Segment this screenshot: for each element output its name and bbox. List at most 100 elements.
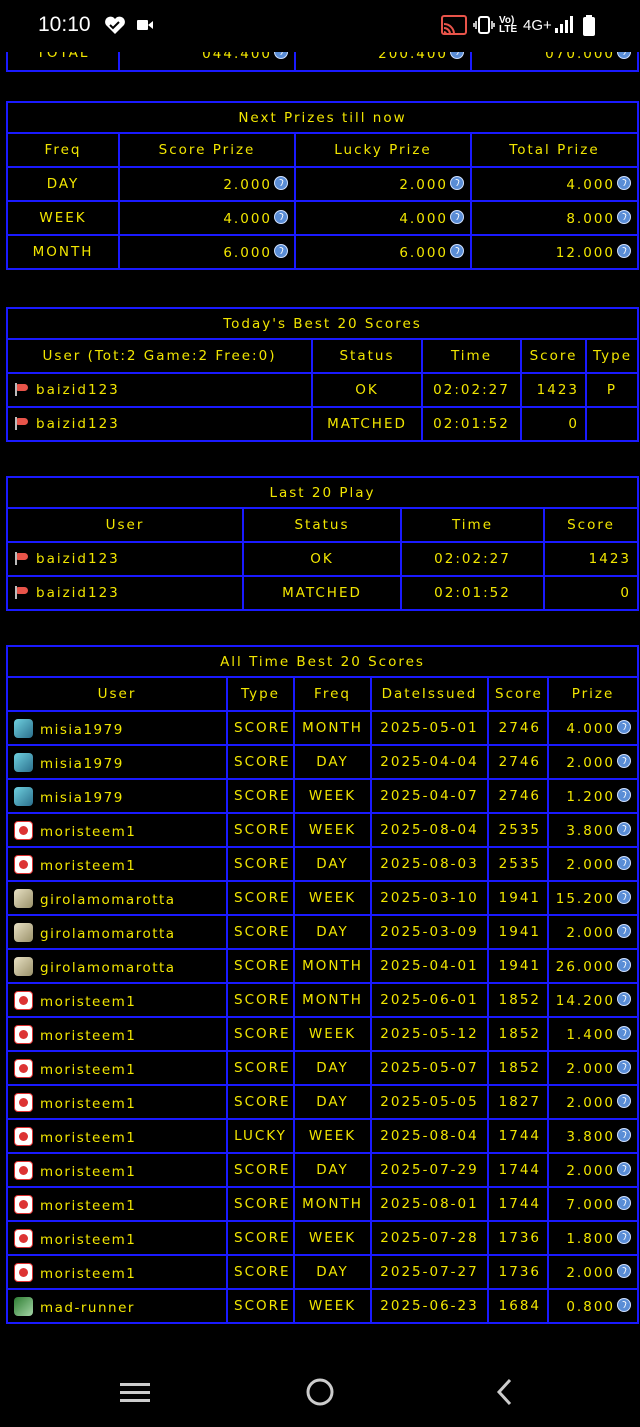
avatar xyxy=(14,752,33,772)
user-cell[interactable]: moristeem1 xyxy=(6,1254,228,1290)
column-header: Score xyxy=(487,676,549,712)
steem-icon xyxy=(274,52,288,59)
username[interactable]: moristeem1 xyxy=(40,1130,136,1146)
avatar xyxy=(14,1160,33,1180)
table-row: DAY 2.000 2.000 4.000 xyxy=(6,166,639,202)
freq-cell: MONTH xyxy=(293,710,372,746)
username[interactable]: moristeem1 xyxy=(40,1096,136,1112)
date-cell: 2025-07-29 xyxy=(370,1152,489,1188)
user-cell[interactable]: moristeem1 xyxy=(6,1084,228,1120)
steem-icon xyxy=(450,209,464,224)
prize-value: 7.000 xyxy=(566,1196,615,1213)
recents-menu-icon[interactable] xyxy=(105,1372,165,1412)
avatar xyxy=(14,1296,33,1316)
username[interactable]: girolamomarotta xyxy=(40,926,176,942)
user-cell[interactable]: baizid123 xyxy=(6,406,313,442)
freq-cell: DAY xyxy=(293,1254,372,1290)
username[interactable]: baizid123 xyxy=(36,585,120,601)
totals-value: 070.000 xyxy=(470,52,639,72)
user-cell[interactable]: misia1979 xyxy=(6,778,228,814)
username[interactable]: girolamomarotta xyxy=(40,960,176,976)
username[interactable]: baizid123 xyxy=(36,382,120,398)
prize-cell: 4.000 xyxy=(547,710,639,746)
status-bar: 10:10 Vo) LTE 4G+ xyxy=(0,0,640,52)
freq-cell: DAY xyxy=(293,1084,372,1120)
score-cell: 1852 xyxy=(487,1050,549,1086)
score-cell: 0 xyxy=(543,575,639,611)
user-cell[interactable]: moristeem1 xyxy=(6,1118,228,1154)
user-cell[interactable]: baizid123 xyxy=(6,575,244,611)
freq-cell: MONTH xyxy=(6,234,120,270)
video-icon xyxy=(137,14,153,36)
prize-value: 1.400 xyxy=(566,1026,615,1043)
freq-cell: WEEK xyxy=(293,880,372,916)
status-cell: OK xyxy=(311,372,423,408)
user-cell[interactable]: baizid123 xyxy=(6,541,244,577)
table-row: moristeem1 SCORE MONTH 2025-06-01 1852 14.200 xyxy=(6,982,639,1018)
username[interactable]: moristeem1 xyxy=(40,994,136,1010)
next-prizes-title: Next Prizes till now xyxy=(6,101,639,134)
user-cell[interactable]: moristeem1 xyxy=(6,846,228,882)
type-cell: SCORE xyxy=(226,812,295,848)
username[interactable]: moristeem1 xyxy=(40,1164,136,1180)
date-cell: 2025-04-07 xyxy=(370,778,489,814)
username[interactable]: moristeem1 xyxy=(40,1028,136,1044)
prize-value: 8.000 xyxy=(566,210,615,227)
user-cell[interactable]: moristeem1 xyxy=(6,1050,228,1086)
prize-cell: 26.000 xyxy=(547,948,639,984)
steem-icon xyxy=(617,175,631,190)
date-cell: 2025-08-03 xyxy=(370,846,489,882)
user-cell[interactable]: moristeem1 xyxy=(6,1186,228,1222)
username[interactable]: moristeem1 xyxy=(40,824,136,840)
user-cell[interactable]: girolamomarotta xyxy=(6,948,228,984)
back-chevron-icon[interactable] xyxy=(474,1372,534,1412)
user-cell[interactable]: baizid123 xyxy=(6,372,313,408)
table-row: mad-runner SCORE WEEK 2025-06-23 1684 0.800 xyxy=(6,1288,639,1324)
home-circle-icon[interactable] xyxy=(290,1372,350,1412)
username[interactable]: moristeem1 xyxy=(40,1198,136,1214)
username[interactable]: moristeem1 xyxy=(40,1266,136,1282)
user-cell[interactable]: mad-runner xyxy=(6,1288,228,1324)
user-cell[interactable]: moristeem1 xyxy=(6,982,228,1018)
score-cell: 2535 xyxy=(487,812,549,848)
date-cell: 2025-05-12 xyxy=(370,1016,489,1052)
user-cell[interactable]: moristeem1 xyxy=(6,1152,228,1188)
column-header: DateIssued xyxy=(370,676,489,712)
user-cell[interactable]: misia1979 xyxy=(6,744,228,780)
username[interactable]: moristeem1 xyxy=(40,1232,136,1248)
type-cell: SCORE xyxy=(226,1220,295,1256)
steem-icon xyxy=(450,52,464,59)
username[interactable]: misia1979 xyxy=(40,790,124,806)
page-content[interactable]: TOTAL 044.400 200.400 070.000 Next Prize… xyxy=(0,52,640,1360)
table-row: girolamomarotta SCORE MONTH 2025-04-01 1941 2… xyxy=(6,948,639,984)
avatar xyxy=(14,1228,33,1248)
steem-icon xyxy=(450,243,464,258)
user-cell[interactable]: moristeem1 xyxy=(6,1220,228,1256)
username[interactable]: moristeem1 xyxy=(40,858,136,874)
last-play-title: Last 20 Play xyxy=(6,476,639,509)
username[interactable]: baizid123 xyxy=(36,551,120,567)
prize-value: 3.800 xyxy=(566,822,615,839)
avatar xyxy=(14,1058,33,1078)
steem-icon xyxy=(450,175,464,190)
score-cell: 2746 xyxy=(487,744,549,780)
username[interactable]: misia1979 xyxy=(40,756,124,772)
user-cell[interactable]: moristeem1 xyxy=(6,812,228,848)
username[interactable]: mad-runner xyxy=(40,1300,135,1316)
avatar xyxy=(14,820,33,840)
username[interactable]: girolamomarotta xyxy=(40,892,176,908)
totals-table: TOTAL 044.400 200.400 070.000 xyxy=(6,52,639,72)
table-row: moristeem1 SCORE DAY 2025-05-07 1852 2.000 xyxy=(6,1050,639,1086)
date-cell: 2025-05-01 xyxy=(370,710,489,746)
column-header: Time xyxy=(421,338,522,374)
user-cell[interactable]: girolamomarotta xyxy=(6,914,228,950)
user-cell[interactable]: misia1979 xyxy=(6,710,228,746)
username[interactable]: misia1979 xyxy=(40,722,124,738)
username[interactable]: baizid123 xyxy=(36,416,120,432)
type-cell: SCORE xyxy=(226,914,295,950)
score-cell: 2746 xyxy=(487,778,549,814)
todays-best-table: Today's Best 20 Scores User (Tot:2 Game:… xyxy=(6,307,639,442)
username[interactable]: moristeem1 xyxy=(40,1062,136,1078)
user-cell[interactable]: girolamomarotta xyxy=(6,880,228,916)
user-cell[interactable]: moristeem1 xyxy=(6,1016,228,1052)
